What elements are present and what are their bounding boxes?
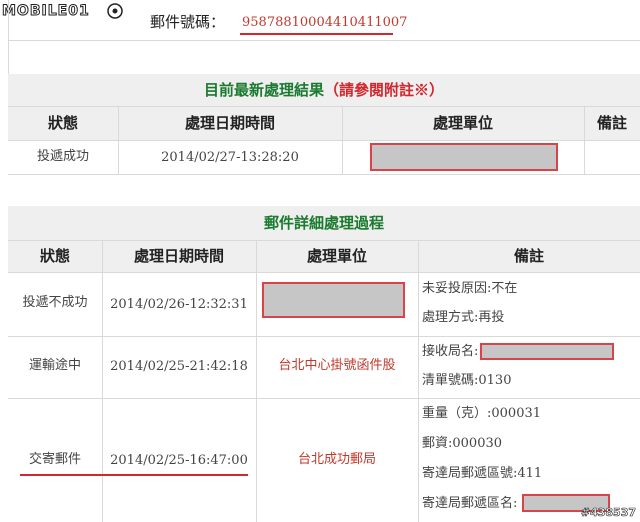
detail-row2-note-redacted: [480, 343, 614, 360]
detail-row3-note-3: 寄達局郵遞區號:411: [422, 466, 543, 481]
detail-row3-note-4: 寄達局郵遞區名:: [422, 496, 518, 511]
latest-header-unit: 處理單位: [432, 114, 493, 132]
detail-header-unit: 處理單位: [306, 247, 367, 265]
latest-unit-redacted: [370, 143, 558, 171]
latest-title-note: （請參閱附註※）: [324, 81, 445, 99]
eye-logo-icon: [107, 3, 123, 19]
detail-row3-note-2: 郵資:000030: [422, 436, 503, 451]
detail-row3-unit: 台北成功郵局: [297, 452, 376, 467]
divider: [8, 106, 640, 107]
detail-row2-note-2: 清單號碼:0130: [422, 373, 512, 388]
tracking-number-label: 郵件號碼：: [150, 13, 226, 31]
latest-header-status: 狀態: [47, 114, 78, 132]
detail-row1-datetime: 2014/02/26-12:32:31: [110, 297, 248, 312]
latest-header-notes: 備註: [596, 114, 627, 132]
divider: [8, 140, 640, 141]
frame-left-border: [8, 0, 9, 74]
detail-row2-unit: 台北中心掛號函件股: [278, 358, 396, 373]
detail-header-notes: 備註: [513, 247, 544, 265]
detail-row3-status: 交寄郵件: [28, 452, 81, 467]
detail-row1-note-1: 未妥投原因:不在: [422, 281, 518, 296]
detail-header-status: 狀態: [39, 247, 70, 265]
divider: [8, 174, 640, 175]
detail-row3-note-1: 重量（克）:000031: [422, 406, 542, 421]
latest-title-text: 目前最新處理結果: [203, 81, 324, 99]
tracking-underline-mark: [240, 33, 393, 35]
detail-row1-unit-redacted: [262, 282, 405, 318]
detail-row2-datetime: 2014/02/25-21:42:18: [110, 359, 248, 374]
detail-row2-status: 運輸途中: [28, 358, 81, 373]
latest-header-datetime: 處理日期時間: [184, 114, 275, 132]
detail-row3-datetime: 2014/02/25-16:47:00: [110, 453, 248, 468]
detail-row2-note-1: 接收局名:: [422, 344, 479, 359]
latest-datetime: 2014/02/27-13:28:20: [161, 150, 299, 165]
tracking-number-value: 95878810004410411007: [242, 15, 408, 30]
detail-row1-status: 投遞不成功: [22, 295, 88, 310]
row3-underline-mark: [20, 474, 248, 476]
latest-result-title: 目前最新處理結果（請參閱附註※）: [8, 80, 640, 100]
detail-row1-note-2: 處理方式:再投: [422, 310, 505, 325]
detail-title: 郵件詳細處理過程: [263, 214, 384, 232]
latest-status: 投遞成功: [36, 149, 89, 164]
site-logo: MOBILE01: [2, 3, 90, 20]
divider: [8, 40, 640, 41]
detail-header-datetime: 處理日期時間: [133, 247, 224, 265]
watermark: #438537: [580, 506, 637, 520]
